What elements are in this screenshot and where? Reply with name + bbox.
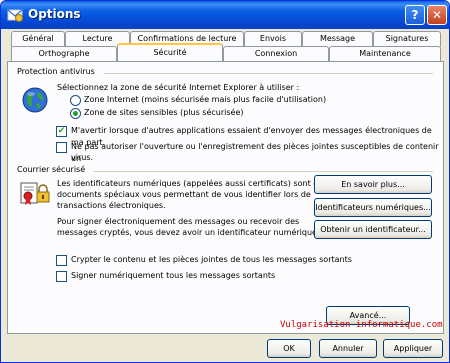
encrypt-checkbox[interactable] xyxy=(56,255,67,266)
title-bar[interactable]: Options ? ✕ xyxy=(1,1,449,29)
help-button[interactable]: ? xyxy=(405,5,425,25)
tab-general[interactable]: Général xyxy=(11,31,65,47)
security-tab-panel: Protection antivirus Sélectionnez la zon… xyxy=(7,61,444,334)
block-attachments-label-line1[interactable]: Ne pas autoriser l'ouverture ou l'enregi… xyxy=(71,141,443,165)
globe-icon xyxy=(22,87,48,113)
antivirus-group-title: Protection antivirus xyxy=(17,67,95,76)
secure-mail-divider xyxy=(94,171,433,172)
select-zone-label: Sélectionnez la zone de sécurité Interne… xyxy=(57,83,300,92)
digital-ids-button[interactable]: Identificateurs numériques... xyxy=(314,198,432,217)
zone-internet-radio[interactable] xyxy=(70,95,81,106)
zone-restricted-label[interactable]: Zone de sites sensibles (plus sécurisée) xyxy=(84,107,244,119)
zone-restricted-radio[interactable] xyxy=(70,108,81,119)
tab-signatures[interactable]: Signatures xyxy=(373,31,441,47)
window-title: Options xyxy=(28,7,81,21)
block-attachments-checkbox[interactable] xyxy=(56,142,67,153)
options-dialog: Options ? ✕ Général Lecture Confirmation… xyxy=(0,0,450,363)
tab-connexion[interactable]: Connexion xyxy=(223,46,329,62)
learn-more-button[interactable]: En savoir plus... xyxy=(314,175,432,194)
tab-message[interactable]: Message xyxy=(302,31,373,47)
certificate-lock-icon xyxy=(20,182,50,205)
tab-securite[interactable]: Sécurité xyxy=(117,43,223,61)
sign-checkbox[interactable] xyxy=(56,271,67,282)
tab-envois[interactable]: Envois xyxy=(244,31,302,47)
encrypt-label[interactable]: Crypter le contenu et les pièces jointes… xyxy=(71,254,352,266)
sign-text-line2: messages cryptés, vous devez avoir un id… xyxy=(57,228,320,237)
cancel-button[interactable]: Annuler xyxy=(319,339,377,358)
watermark: Vulgarisation-informatique.com xyxy=(280,320,443,330)
zone-internet-label[interactable]: Zone Internet (moins sécurisée mais plus… xyxy=(84,94,326,106)
tab-maintenance[interactable]: Maintenance xyxy=(329,46,441,62)
secure-mail-group-title: Courrier sécurisé xyxy=(17,165,86,174)
warn-send-checkbox[interactable]: ✔ xyxy=(56,126,67,137)
get-id-button[interactable]: Obtenir un identificateur... xyxy=(314,220,432,239)
ids-text-line3: transactions électroniques. xyxy=(57,201,166,210)
tab-orthographe[interactable]: Orthographe xyxy=(11,46,117,62)
ok-button[interactable]: OK xyxy=(267,339,311,358)
antivirus-divider xyxy=(104,73,433,74)
sign-label[interactable]: Signer numériquement tous les messages s… xyxy=(71,270,275,282)
options-window-icon xyxy=(7,9,23,22)
close-button[interactable]: ✕ xyxy=(427,5,447,25)
block-attachments-label-line2[interactable]: virus. xyxy=(71,152,93,164)
apply-button[interactable]: Appliquer xyxy=(383,339,443,358)
